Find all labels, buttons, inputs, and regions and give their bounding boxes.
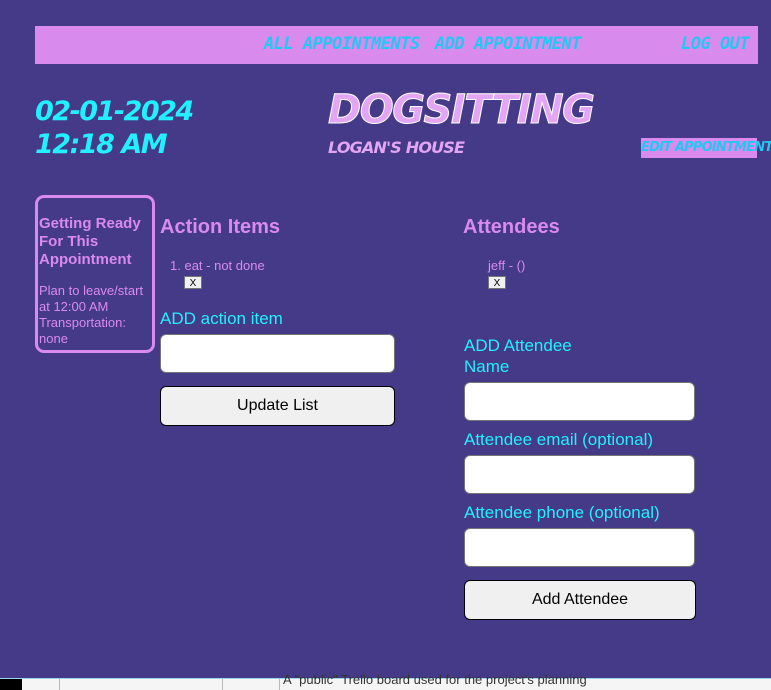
appointment-time: 12:18 AM <box>35 129 168 160</box>
getting-ready-title: Getting Ready For This Appointment <box>39 215 141 268</box>
attendee-name-input[interactable] <box>464 382 695 421</box>
getting-ready-transportation: Transportation: none <box>39 315 126 346</box>
attendees-heading: Attendees <box>463 216 560 238</box>
attendee-list-item: jeff - () <box>488 258 526 273</box>
nav-add-appointment-link[interactable]: ADD APPOINTMENT <box>435 34 582 54</box>
attendee-phone-label: Attendee phone (optional) <box>464 503 660 522</box>
attendee-phone-input[interactable] <box>464 528 695 567</box>
action-item-list-item: 1. eat - not done <box>170 258 265 273</box>
background-cell-divider <box>222 679 223 690</box>
background-cell-divider <box>59 679 60 690</box>
getting-ready-plan: Plan to leave/start at 12:00 AM <box>39 283 144 314</box>
attendee-email-label: Attendee email (optional) <box>464 430 654 449</box>
top-nav-bar: ALL APPOINTMENTS ADD APPOINTMENT LOG OUT <box>35 26 758 64</box>
action-item-number: 1. <box>170 258 181 273</box>
nav-all-appointments-link[interactable]: ALL APPOINTMENTS <box>264 34 420 54</box>
remove-attendee-button[interactable]: X <box>488 276 506 289</box>
appointment-location: LOGAN'S HOUSE <box>328 138 465 157</box>
attendee-name-label: Name <box>464 357 510 376</box>
add-action-item-label: ADD action item <box>160 309 283 328</box>
background-window-text: A "public" Trello board used for the pro… <box>283 672 587 687</box>
update-list-button[interactable]: Update List <box>160 386 395 426</box>
background-cell-divider <box>279 679 280 690</box>
action-item-text: eat - not done <box>184 258 265 273</box>
nav-log-out-link[interactable]: LOG OUT <box>681 34 750 54</box>
attendee-email-input[interactable] <box>464 455 695 494</box>
action-item-input[interactable] <box>160 334 395 373</box>
edit-appointment-button[interactable]: EDIT APPOINTMENT <box>641 138 771 158</box>
background-black-block <box>0 679 22 690</box>
remove-action-item-button[interactable]: X <box>184 276 202 289</box>
appointment-date: 02-01-2024 <box>35 96 194 127</box>
add-attendee-heading: ADD Attendee <box>464 336 572 355</box>
action-items-heading: Action Items <box>160 216 281 238</box>
getting-ready-panel: Getting Ready For This Appointment Plan … <box>35 195 155 353</box>
appointment-title: DOGSITTING <box>327 87 595 133</box>
add-attendee-button[interactable]: Add Attendee <box>464 580 696 620</box>
